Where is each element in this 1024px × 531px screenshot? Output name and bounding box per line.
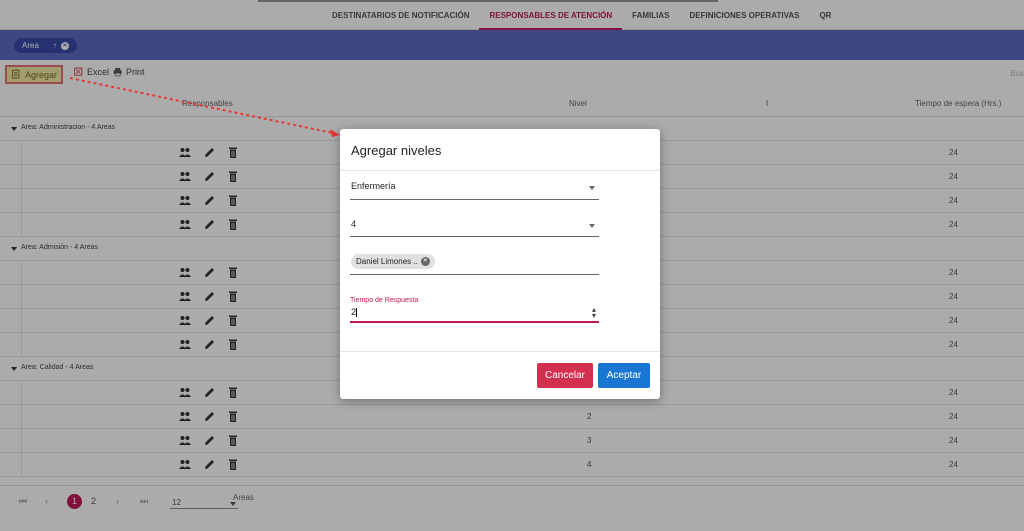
- dialog-title: Agregar niveles: [351, 143, 442, 158]
- area-select[interactable]: Enfermería: [350, 181, 599, 200]
- accept-button[interactable]: Aceptar: [598, 363, 650, 388]
- divider: [340, 351, 660, 352]
- tiempo-respuesta-input[interactable]: 2 ▴ ▾: [350, 306, 599, 323]
- area-value: Enfermería: [351, 181, 396, 191]
- chevron-down-icon: [589, 224, 595, 228]
- text-cursor: [356, 308, 358, 318]
- nivel-value: 4: [351, 219, 357, 229]
- cancel-button[interactable]: Cancelar: [537, 363, 593, 388]
- remove-chip-icon[interactable]: ✕: [420, 257, 430, 266]
- responsable-chip-label: Daniel Limones ..: [356, 257, 418, 266]
- tiempo-respuesta-label: Tiempo de Respuesta: [350, 297, 419, 304]
- nivel-select[interactable]: 4: [350, 219, 599, 237]
- number-spinner-icon[interactable]: ▴ ▾: [592, 306, 596, 320]
- responsable-chip[interactable]: Daniel Limones .. ✕: [351, 254, 435, 269]
- divider: [340, 170, 660, 171]
- responsables-multiselect[interactable]: Daniel Limones .. ✕: [350, 254, 599, 275]
- chevron-down-icon: [589, 186, 595, 190]
- agregar-niveles-dialog: Agregar niveles Enfermería 4 Daniel Limo…: [340, 129, 660, 399]
